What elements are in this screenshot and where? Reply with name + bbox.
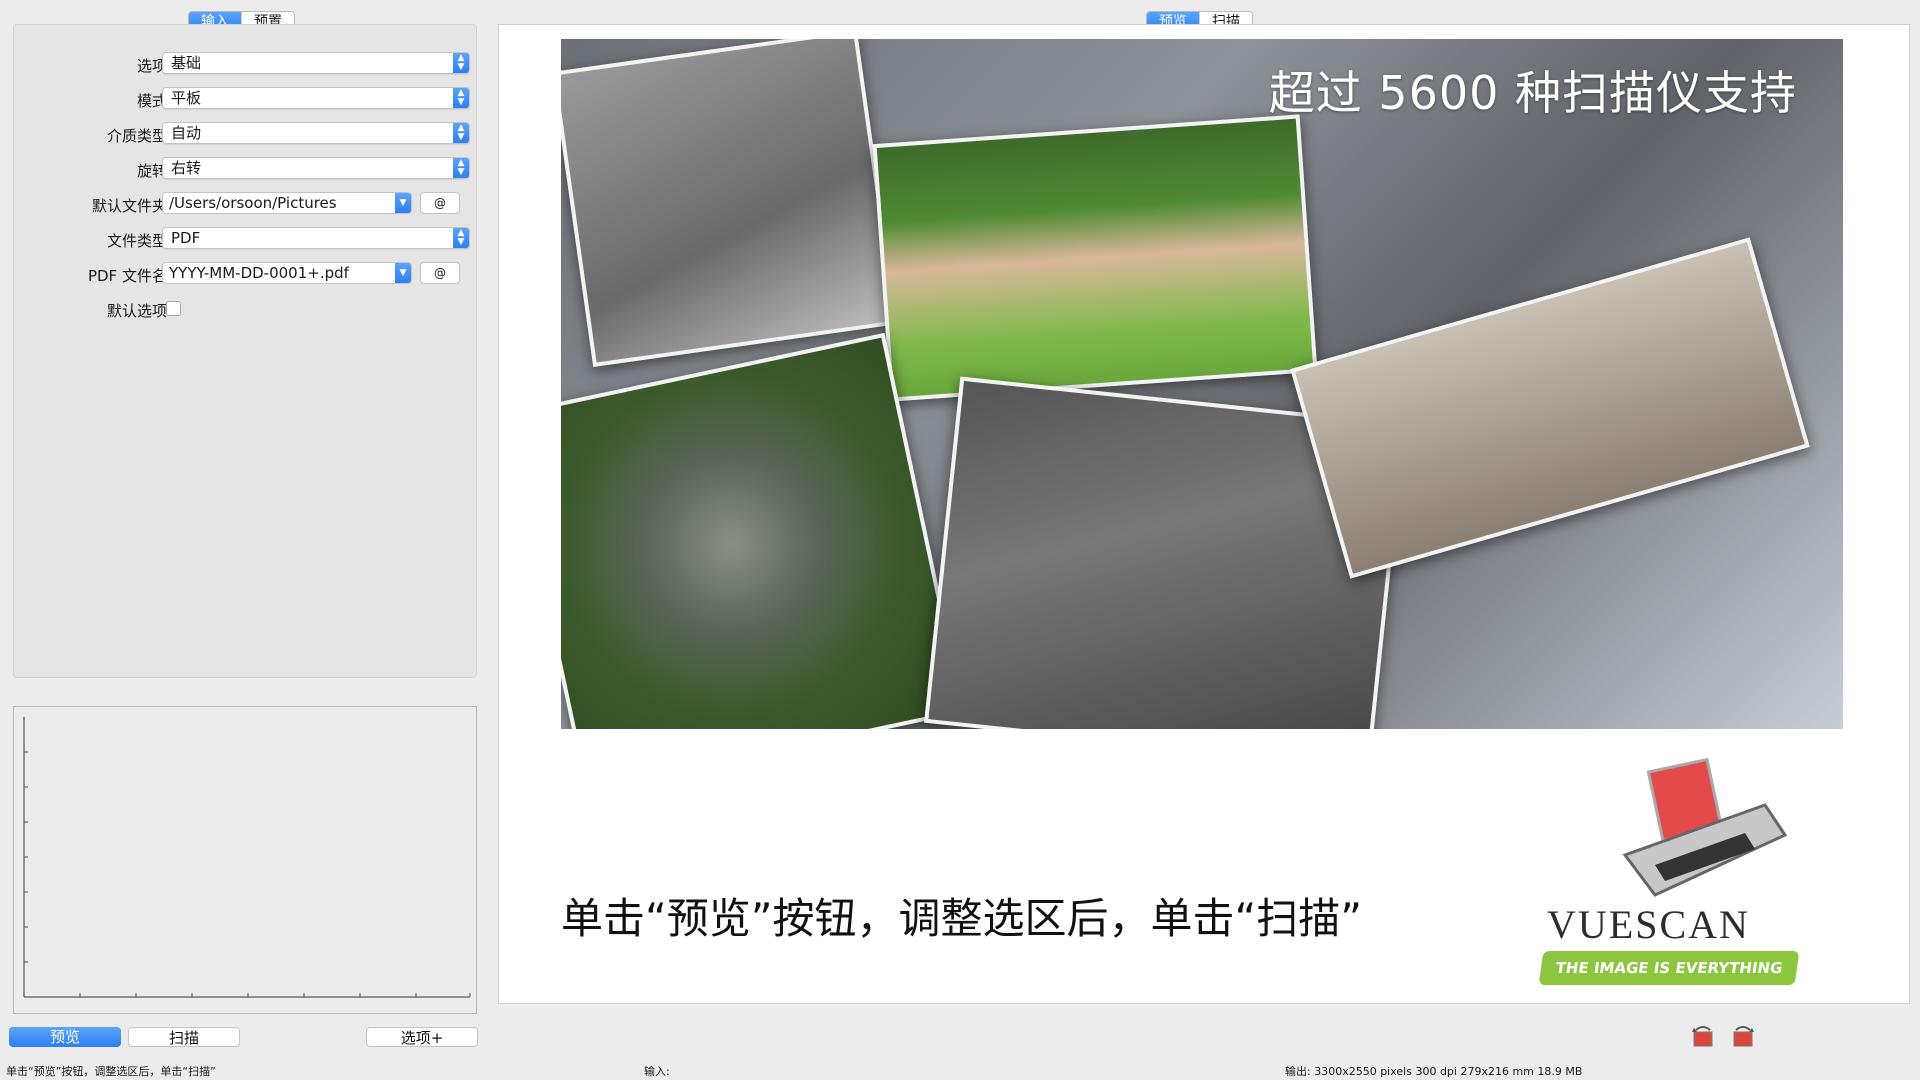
children-grass-photo: [872, 114, 1318, 402]
filetype-value: PDF: [171, 229, 201, 247]
folder-row: 默认文件夹: /Users/orsoon/Pictures ▼ @: [14, 192, 476, 216]
eiffel-photo: [1290, 237, 1810, 579]
mode-value: 平板: [171, 89, 202, 107]
scanner-icon: [1622, 757, 1788, 897]
vuescan-logo: VUESCAN THE IMAGE IS EVERYTHING: [1515, 745, 1815, 995]
rotate-value: 右转: [171, 159, 202, 177]
filetype-row: 文件类型: PDF ▲ ▼: [14, 227, 476, 251]
status-right: 输出: 3300x2550 pixels 300 dpi 279x216 mm …: [1285, 1065, 1583, 1078]
media-select[interactable]: 自动 ▲ ▼: [162, 122, 470, 144]
media-value: 自动: [171, 124, 202, 142]
preview-photo-collage: 超过 5600 种扫描仪支持: [561, 39, 1843, 729]
updown-arrows-icon: ▲ ▼: [453, 53, 469, 73]
scan-button[interactable]: 扫描: [128, 1027, 240, 1047]
status-middle: 输入:: [644, 1065, 670, 1078]
pdfname-combo[interactable]: YYYY-MM-DD-0001+.pdf ▼: [162, 262, 412, 284]
folder-label: 默认文件夹:: [91, 197, 172, 215]
rotate-select[interactable]: 右转 ▲ ▼: [162, 157, 470, 179]
chevron-down-icon[interactable]: ▼: [395, 193, 411, 213]
folder-at-button[interactable]: @: [420, 192, 460, 214]
histogram-axes: [23, 717, 471, 998]
rotate-row: 旋转: 右转 ▲ ▼: [14, 157, 476, 181]
preview-area[interactable]: 超过 5600 种扫描仪支持 单击“预览”按钮，调整选区后，单击“扫描” VUE…: [498, 24, 1910, 1004]
histogram-panel: [13, 706, 477, 1014]
filetype-select[interactable]: PDF ▲ ▼: [162, 227, 470, 249]
status-bar: 单击“预览”按钮，调整选区后，单击“扫描” 输入: 输出: 3300x2550 …: [0, 1058, 1920, 1080]
pdfname-value: YYYY-MM-DD-0001+.pdf: [169, 264, 349, 282]
mode-select[interactable]: 平板 ▲ ▼: [162, 87, 470, 109]
default-label: 默认选项:: [106, 302, 172, 320]
default-row: 默认选项:: [14, 297, 476, 321]
pdfname-label: PDF 文件名:: [87, 267, 172, 285]
option-value: 基础: [171, 54, 202, 72]
updown-arrows-icon: ▲ ▼: [453, 88, 469, 108]
option-row: 选项: 基础 ▲ ▼: [14, 52, 476, 76]
pdfname-row: PDF 文件名: YYYY-MM-DD-0001+.pdf ▼ @: [14, 262, 476, 286]
updown-arrows-icon: ▲ ▼: [453, 123, 469, 143]
instruction-caption: 单击“预览”按钮，调整选区后，单击“扫描”: [561, 894, 1363, 943]
rotate-right-icon[interactable]: [1730, 1024, 1756, 1048]
headline-text: 超过 5600 种扫描仪支持: [1268, 66, 1797, 120]
options-button[interactable]: 选项+: [366, 1027, 478, 1047]
rotate-left-icon[interactable]: [1690, 1024, 1716, 1048]
logo-wordmark: VUESCAN: [1547, 902, 1750, 947]
media-row: 介质类型: 自动 ▲ ▼: [14, 122, 476, 146]
preview-button[interactable]: 预览: [9, 1027, 121, 1047]
updown-arrows-icon: ▲ ▼: [453, 228, 469, 248]
default-checkbox[interactable]: [166, 301, 181, 316]
option-select[interactable]: 基础 ▲ ▼: [162, 52, 470, 74]
wedding-photo: [561, 39, 899, 367]
settings-panel: 选项: 基础 ▲ ▼ 模式: 平板 ▲ ▼ 介质类型: 自动 ▲ ▼ 旋转: 右转 ▲…: [13, 24, 477, 678]
chevron-down-icon[interactable]: ▼: [395, 263, 411, 283]
pdfname-at-button[interactable]: @: [420, 262, 460, 284]
updown-arrows-icon: ▲ ▼: [453, 158, 469, 178]
mode-row: 模式: 平板 ▲ ▼: [14, 87, 476, 111]
status-left: 单击“预览”按钮，调整选区后，单击“扫描”: [6, 1065, 216, 1078]
folder-value: /Users/orsoon/Pictures: [169, 194, 337, 212]
folder-combo[interactable]: /Users/orsoon/Pictures ▼: [162, 192, 412, 214]
logo-tagline: THE IMAGE IS EVERYTHING: [1538, 951, 1800, 985]
